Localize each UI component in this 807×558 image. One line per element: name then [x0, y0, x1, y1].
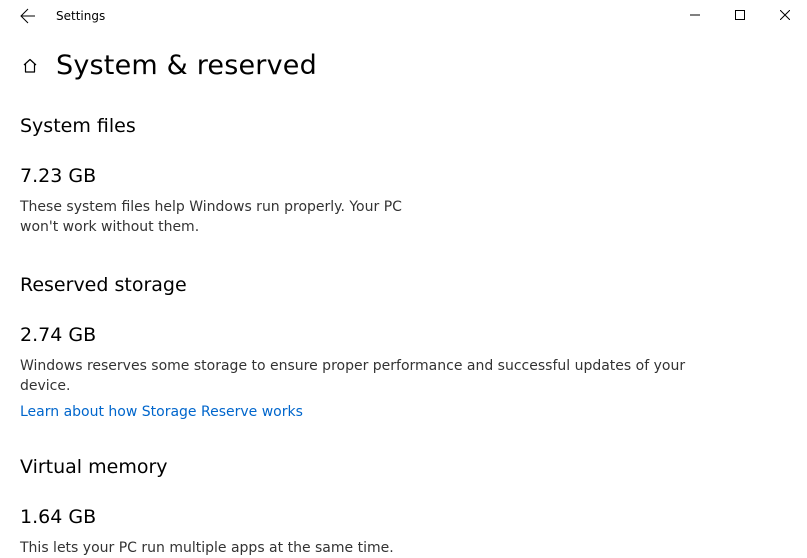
storage-reserve-link[interactable]: Learn about how Storage Reserve works: [20, 404, 303, 420]
back-arrow-icon: [20, 8, 36, 24]
titlebar: Settings: [0, 0, 807, 32]
back-button[interactable]: [8, 0, 48, 32]
home-icon-svg: [22, 58, 38, 74]
section-description: This lets your PC run multiple apps at t…: [20, 538, 720, 558]
section-title: Reserved storage: [20, 274, 787, 296]
home-icon[interactable]: [20, 56, 40, 76]
maximize-icon: [735, 10, 745, 20]
close-button[interactable]: [762, 0, 807, 30]
section-system-files: System files 7.23 GB These system files …: [20, 115, 787, 238]
window-controls: [672, 0, 807, 30]
content-area: System & reserved System files 7.23 GB T…: [0, 50, 807, 558]
window-title: Settings: [48, 9, 105, 23]
minimize-icon: [690, 10, 700, 20]
section-description: Windows reserves some storage to ensure …: [20, 356, 720, 397]
section-reserved-storage: Reserved storage 2.74 GB Windows reserve…: [20, 274, 787, 421]
section-description: These system files help Windows run prop…: [20, 197, 440, 238]
section-title: Virtual memory: [20, 456, 787, 478]
close-icon: [780, 10, 790, 20]
section-virtual-memory: Virtual memory 1.64 GB This lets your PC…: [20, 456, 787, 558]
section-value: 2.74 GB: [20, 324, 787, 346]
page-title: System & reserved: [56, 50, 317, 81]
minimize-button[interactable]: [672, 0, 717, 30]
page-header: System & reserved: [20, 50, 787, 81]
section-value: 1.64 GB: [20, 506, 787, 528]
section-value: 7.23 GB: [20, 165, 787, 187]
maximize-button[interactable]: [717, 0, 762, 30]
section-title: System files: [20, 115, 787, 137]
